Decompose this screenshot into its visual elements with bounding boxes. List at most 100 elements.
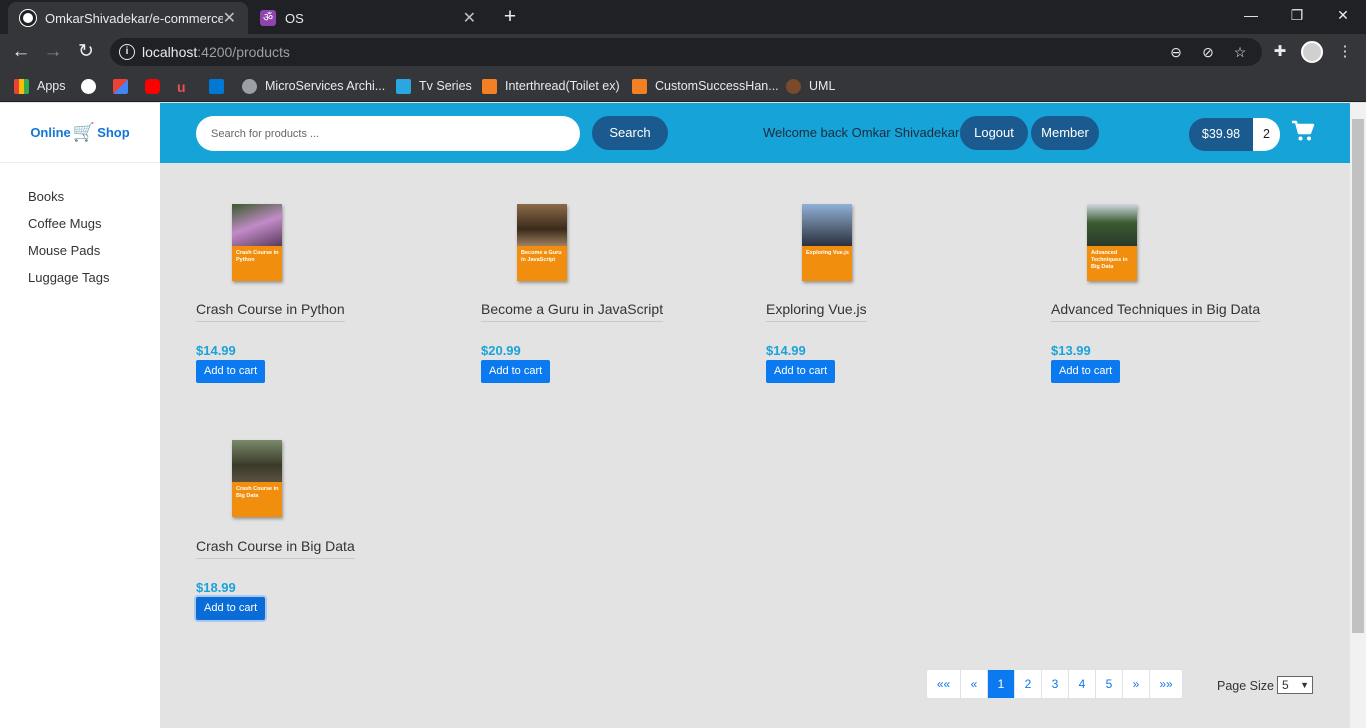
add-to-cart-button[interactable]: Add to cart <box>196 597 266 620</box>
page-size-select[interactable]: 5 ▼ <box>1277 676 1313 694</box>
browser-toolbar: ← → ↻ i localhost:4200/products ⊖ ⊘ ☆ ✚ … <box>0 34 1366 70</box>
search-input[interactable] <box>196 116 580 151</box>
search-button[interactable]: Search <box>592 116 668 150</box>
shopping-cart-icon: 🛒 <box>72 122 96 142</box>
add-to-cart-button[interactable]: Add to cart <box>1051 360 1121 383</box>
bookmark-customsuccess[interactable]: CustomSuccessHan... <box>632 76 779 96</box>
shopping-cart-icon[interactable] <box>1291 119 1315 143</box>
product-price: $14.99 <box>196 343 236 358</box>
url-path: :4200/products <box>197 44 290 60</box>
member-button[interactable]: Member <box>1031 116 1099 150</box>
bookmark-udemy[interactable]: u <box>177 76 200 96</box>
product-cover-image[interactable]: Exploring Vue.js <box>802 204 852 281</box>
product-price: $14.99 <box>766 343 806 358</box>
new-tab-button[interactable]: + <box>498 5 522 29</box>
avatar[interactable] <box>1301 41 1323 63</box>
cart-total: $39.98 <box>1189 118 1253 151</box>
eye-off-icon[interactable]: ⊘ <box>1196 38 1220 66</box>
tab-title: OmkarShivadekar/e-commerce-a <box>45 10 223 26</box>
category-menu: Books Coffee Mugs Mouse Pads Luggage Tag… <box>0 163 160 291</box>
bookmark-outlook[interactable] <box>209 76 232 96</box>
category-mouse-pads[interactable]: Mouse Pads <box>28 237 160 264</box>
stackoverflow-icon <box>482 78 497 94</box>
bookmark-youtube[interactable] <box>145 76 168 96</box>
product-price: $18.99 <box>196 580 236 595</box>
brand-logo[interactable]: Online 🛒 Shop <box>0 103 160 163</box>
category-coffee-mugs[interactable]: Coffee Mugs <box>28 210 160 237</box>
product-cover-image[interactable]: Crash Course in Python <box>232 204 282 281</box>
cart-count: 2 <box>1253 118 1280 151</box>
page-5-button[interactable]: 5 <box>1095 670 1122 698</box>
url-host: localhost <box>142 44 198 60</box>
pagination: «« « 1 2 3 4 5 » »» <box>926 669 1183 699</box>
bookmark-tv-series[interactable]: Tv Series <box>396 76 472 96</box>
product-name[interactable]: Advanced Techniques in Big Data <box>1051 301 1261 322</box>
gmail-icon <box>113 78 128 94</box>
tab-os[interactable]: ॐ OS ✕ <box>248 2 488 34</box>
star-icon[interactable]: ☆ <box>1228 38 1252 66</box>
bookmark-apps[interactable]: Apps <box>14 76 66 96</box>
page-prev-button[interactable]: « <box>960 670 987 698</box>
github-icon <box>81 78 96 94</box>
category-luggage-tags[interactable]: Luggage Tags <box>28 264 160 291</box>
udemy-icon: u <box>177 78 186 95</box>
product-name[interactable]: Crash Course in Big Data <box>196 538 355 559</box>
apps-grid-icon <box>14 78 29 94</box>
page-1-button[interactable]: 1 <box>987 670 1014 698</box>
product-grid: Crash Course in Python Crash Course in P… <box>160 163 1350 728</box>
bookmark-uml[interactable]: UML <box>786 76 835 96</box>
bookmarks-bar: Apps u MicroServices Archi... Tv Series … <box>0 70 1366 102</box>
add-to-cart-button[interactable]: Add to cart <box>481 360 551 383</box>
product-name[interactable]: Become a Guru in JavaScript <box>481 301 664 322</box>
header-bar: Search Welcome back Omkar Shivadekar! Lo… <box>160 103 1350 163</box>
page-next-button[interactable]: » <box>1122 670 1149 698</box>
product-cover-image[interactable]: Advanced Techniques in Big Data <box>1087 204 1137 281</box>
scrollbar-thumb[interactable] <box>1352 119 1364 633</box>
bookmark-interthread[interactable]: Interthread(Toilet ex) <box>482 76 620 96</box>
page-first-button[interactable]: «« <box>927 670 960 698</box>
tv-icon <box>396 78 411 94</box>
logout-button[interactable]: Logout <box>960 116 1028 150</box>
restore-button[interactable]: ❐ <box>1274 0 1320 30</box>
globe-icon <box>242 78 257 94</box>
page-3-button[interactable]: 3 <box>1041 670 1068 698</box>
page-last-button[interactable]: »» <box>1149 670 1182 698</box>
close-icon[interactable]: ✕ <box>463 8 476 28</box>
tab-github[interactable]: OmkarShivadekar/e-commerce-a ✕ <box>8 2 248 34</box>
forward-button[interactable]: → <box>40 39 66 65</box>
close-window-button[interactable]: ✕ <box>1320 0 1366 30</box>
product-cover-image[interactable]: Crash Course in Big Data <box>232 440 282 517</box>
category-books[interactable]: Books <box>28 183 160 210</box>
brand-left: Online <box>30 125 71 140</box>
site-info-icon[interactable]: i <box>119 44 135 60</box>
product-cover-image[interactable]: Become a Guru in JavaScript <box>517 204 567 281</box>
zoom-icon[interactable]: ⊖ <box>1164 38 1188 66</box>
address-bar[interactable]: i localhost:4200/products ⊖ ⊘ ☆ <box>110 38 1262 66</box>
page-size-value: 5 <box>1282 678 1289 692</box>
page-scrollbar[interactable] <box>1350 103 1366 728</box>
page-4-button[interactable]: 4 <box>1068 670 1095 698</box>
bookmark-github[interactable] <box>81 76 104 96</box>
github-icon <box>20 10 36 26</box>
close-icon[interactable]: ✕ <box>223 8 236 28</box>
extensions-icon[interactable]: ✚ <box>1267 39 1293 65</box>
cloud-icon <box>786 78 801 94</box>
welcome-text: Welcome back Omkar Shivadekar! <box>763 125 963 140</box>
om-icon: ॐ <box>260 10 276 26</box>
page-2-button[interactable]: 2 <box>1014 670 1041 698</box>
bookmark-gmail[interactable] <box>113 76 136 96</box>
brand-right: Shop <box>97 125 130 140</box>
add-to-cart-button[interactable]: Add to cart <box>196 360 266 383</box>
bookmark-microservices[interactable]: MicroServices Archi... <box>242 76 385 96</box>
product-name[interactable]: Exploring Vue.js <box>766 301 867 322</box>
product-name[interactable]: Crash Course in Python <box>196 301 345 322</box>
page-size-label: Page Size <box>1217 679 1274 693</box>
menu-kebab-icon[interactable]: ⋮ <box>1332 39 1358 65</box>
cart-status[interactable]: $39.98 2 <box>1189 118 1280 151</box>
chevron-down-icon: ▼ <box>1300 680 1309 690</box>
back-button[interactable]: ← <box>8 39 34 65</box>
reload-button[interactable]: ↻ <box>73 39 99 65</box>
stackoverflow-icon <box>632 78 647 94</box>
add-to-cart-button[interactable]: Add to cart <box>766 360 836 383</box>
minimize-button[interactable]: — <box>1228 0 1274 30</box>
